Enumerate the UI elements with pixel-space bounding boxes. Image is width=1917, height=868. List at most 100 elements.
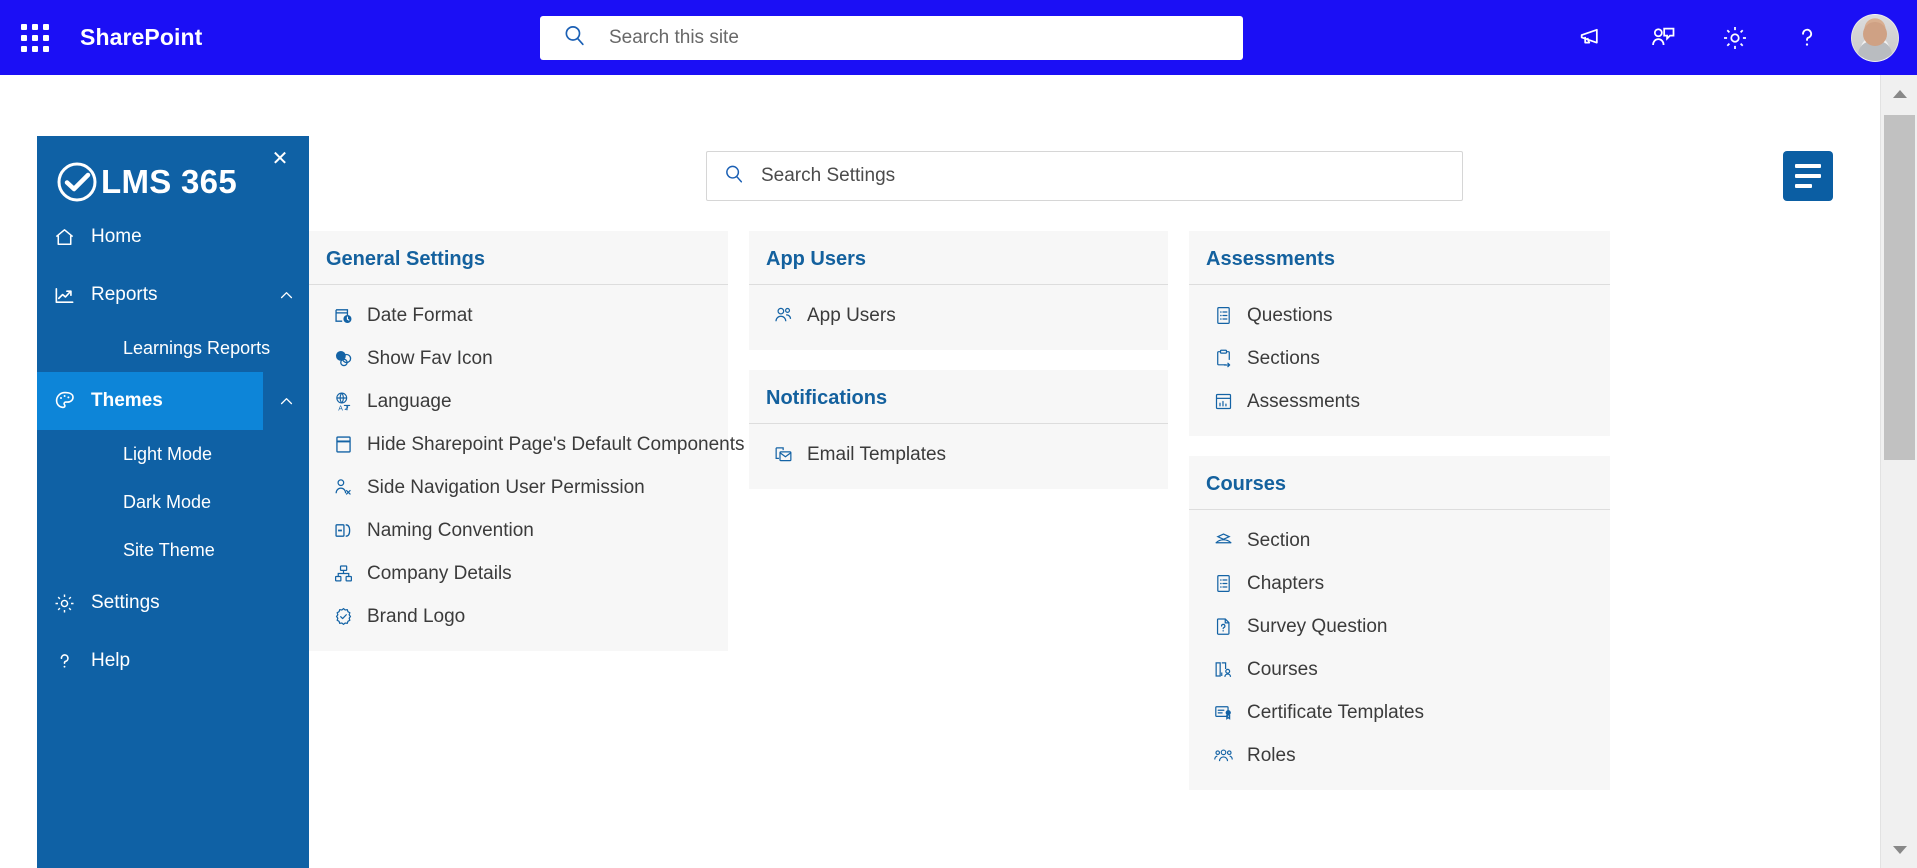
list-item-chapters[interactable]: Chapters [1189,562,1610,605]
list-item-label: Survey Question [1247,615,1388,637]
list-item-certificate-templates[interactable]: Certificate Templates [1189,691,1610,734]
arrow-up-icon [1892,89,1907,98]
stacked-cards-icon [1211,529,1235,553]
lms365-check-logo [55,160,99,204]
sidebar-item-site-theme[interactable]: Site Theme [37,526,309,574]
list-item-show-fav-icon[interactable]: S Show Fav Icon [309,337,728,380]
site-search-box[interactable]: Search this site [540,16,1243,60]
sidebar-item-help[interactable]: Help [37,632,309,690]
mail-template-icon [771,443,795,467]
avatar[interactable] [1851,13,1899,62]
card-title: App Users [749,231,1168,285]
chevron-up-icon[interactable] [263,372,309,430]
list-item-date-format[interactable]: Date Format [309,294,728,337]
sidebar-item-settings[interactable]: Settings [37,574,309,632]
lms-brand-text: LMS 365 [101,163,237,200]
sidebar-item-themes[interactable]: Themes [37,372,309,430]
list-item-label: Section [1247,529,1311,551]
list-item-language[interactable]: A Language [309,380,728,423]
list-item-hide-sharepoint-default-components[interactable]: Hide Sharepoint Page's Default Component… [309,423,745,466]
question-icon [53,650,83,673]
column-users-notifications: App Users App Users Notifications Email … [749,231,1168,868]
sidebar-item-label: Settings [91,592,160,613]
list-item-survey-question[interactable]: Survey Question [1189,605,1610,648]
list-item-roles[interactable]: Roles [1189,734,1610,777]
chevron-up-icon[interactable] [263,266,309,324]
card-title: Assessments [1189,231,1610,285]
list-item-label: Naming Convention [367,519,534,541]
suite-actions [1555,0,1903,75]
column-general: General Settings Date Format S Show Fav … [309,231,745,868]
sidebar-item-learnings-reports[interactable]: Learnings Reports [37,324,309,372]
sidebar-item-label: Home [91,226,142,247]
sidebar-item-reports[interactable]: Reports [37,266,309,324]
app-launcher-icon[interactable] [12,15,58,61]
question-document-icon [1211,615,1235,639]
card-items: Date Format S Show Fav Icon A Language H… [309,285,745,651]
list-item-app-users[interactable]: App Users [749,294,1168,337]
list-item-label: Side Navigation User Permission [367,476,645,498]
card-items: Email Templates [749,424,1168,489]
card-notifications: Notifications Email Templates [749,370,1168,489]
card-courses: Courses Section Chapters Survey Question… [1189,456,1610,790]
scroll-down-button[interactable] [1881,831,1917,868]
feedback-icon[interactable] [1627,0,1699,75]
close-icon[interactable]: ✕ [267,146,293,172]
sidebar-sub-label: Site Theme [123,539,215,560]
card-general-settings: General Settings Date Format S Show Fav … [309,231,745,651]
list-item-courses[interactable]: Courses [1189,648,1610,691]
sharepoint-favicon-icon: S [331,347,355,371]
chart-line-icon [53,284,83,307]
list-item-assessments[interactable]: Assessments [1189,380,1610,423]
card-items: App Users [749,285,1168,350]
sidebar-item-light-mode[interactable]: Light Mode [37,430,309,478]
gear-icon[interactable] [1699,0,1771,75]
page-layout-icon [331,433,355,457]
palette-icon [53,389,83,413]
scrollbar-thumb[interactable] [1884,115,1915,460]
sidebar-item-label: Themes [91,390,163,411]
card-title: Notifications [749,370,1168,424]
sidebar-item-dark-mode[interactable]: Dark Mode [37,478,309,526]
list-item-label: Show Fav Icon [367,347,493,369]
list-item-label: Certificate Templates [1247,701,1425,723]
settings-columns: General Settings Date Format S Show Fav … [309,231,1880,868]
search-settings-input[interactable]: Search Settings [706,151,1463,201]
help-icon[interactable] [1771,0,1843,75]
card-items: Questions Sections Assessments [1189,285,1610,436]
list-item-brand-logo[interactable]: Brand Logo [309,595,728,638]
site-search-placeholder: Search this site [609,27,739,48]
list-document-icon [1211,304,1235,328]
sidebar-sub-label: Learnings Reports [123,337,271,358]
sharepoint-brand[interactable]: SharePoint [80,24,202,51]
list-item-label: Language [367,390,452,412]
column-assessments-courses: Assessments Questions Sections Assessmen… [1189,231,1610,868]
list-item-naming-convention[interactable]: Naming Convention [309,509,728,552]
user-permission-icon [331,476,355,500]
list-item-side-navigation-user-permission[interactable]: Side Navigation User Permission [309,466,728,509]
list-item-label: Email Templates [807,443,947,465]
language-globe-icon: A [331,390,355,414]
list-item-questions[interactable]: Questions [1189,294,1610,337]
sidebar-item-label: Reports [91,284,158,305]
calendar-clock-icon [331,304,355,328]
list-item-email-templates[interactable]: Email Templates [749,433,1168,476]
scroll-up-button[interactable] [1881,75,1917,112]
sidebar-item-home[interactable]: Home [37,208,309,266]
search-settings-placeholder: Search Settings [761,165,896,186]
list-item-label: Date Format [367,304,473,326]
list-item-sections[interactable]: Sections [1189,337,1610,380]
page-scrollbar[interactable] [1880,75,1917,868]
home-icon [53,226,83,249]
menu-lines-icon[interactable] [1783,151,1833,201]
list-item-label: Hide Sharepoint Page's Default Component… [367,433,745,455]
list-item-label: Questions [1247,304,1333,326]
badge-check-icon [331,605,355,629]
arrow-down-icon [1892,845,1907,854]
list-item-section[interactable]: Section [1189,519,1610,562]
lms-side-navigation: ✕ LMS 365 Home Reports Learnings Reports… [37,136,309,868]
list-item-company-details[interactable]: Company Details [309,552,728,595]
megaphone-icon[interactable] [1555,0,1627,75]
gear-icon [53,592,83,615]
people-icon [771,304,795,328]
